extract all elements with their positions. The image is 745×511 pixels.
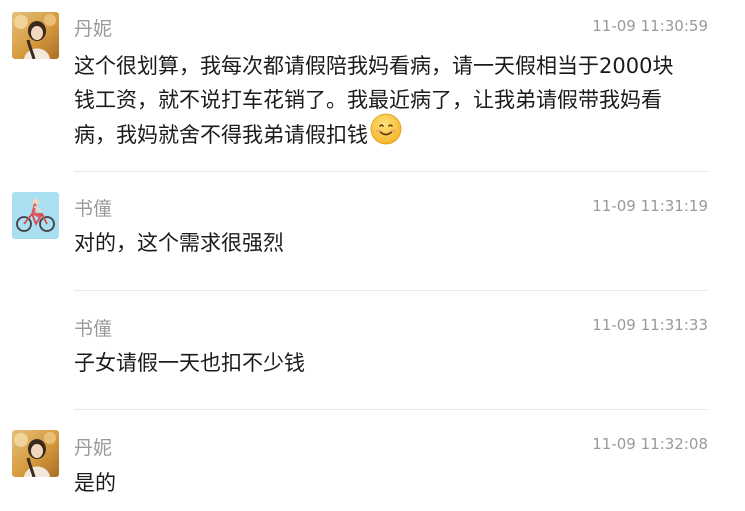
avatar-photo-icon (12, 12, 59, 59)
author-name[interactable]: 丹妮 (74, 436, 112, 460)
comment-item: 丹妮 11-09 11:32:08 是的 (0, 410, 745, 511)
comment-text: 对的，这个需求很强烈 (74, 231, 284, 255)
author-name[interactable]: 书僮 (74, 197, 112, 221)
avatar[interactable] (12, 430, 59, 477)
timestamp: 11-09 11:32:08 (592, 435, 708, 453)
author-name[interactable]: 书僮 (74, 317, 112, 341)
comment-text: 这个很划算，我每次都请假陪我妈看病，请一天假相当于2000块 钱工资，就不说打车… (74, 49, 714, 155)
comment-item: 书僮 11-09 11:31:33 子女请假一天也扣不少钱 (0, 291, 745, 409)
author-name[interactable]: 丹妮 (74, 17, 112, 41)
timestamp: 11-09 11:31:19 (592, 197, 708, 215)
avatar[interactable] (12, 12, 59, 59)
comment-text-line: 钱工资，就不说打车花销了。我最近病了，让我弟请假带我妈看 (74, 88, 662, 112)
comment-text-line-content: 病，我妈就舍不得我弟请假扣钱 (74, 123, 368, 147)
comment-text: 是的 (74, 471, 116, 495)
timestamp: 11-09 11:30:59 (592, 17, 708, 35)
comment-text-line: 病，我妈就舍不得我弟请假扣钱 (74, 113, 714, 155)
comment-item: 书僮 11-09 11:31:19 对的，这个需求很强烈 (0, 172, 745, 290)
avatar-photo-icon (12, 430, 59, 477)
timestamp: 11-09 11:31:33 (592, 316, 708, 334)
cyclist-icon (12, 192, 59, 239)
comment-item: 丹妮 11-09 11:30:59 这个很划算，我每次都请假陪我妈看病，请一天假… (0, 0, 745, 172)
comment-text-line: 这个很划算，我每次都请假陪我妈看病，请一天假相当于2000块 (74, 54, 674, 78)
avatar[interactable] (12, 192, 59, 239)
comment-text: 子女请假一天也扣不少钱 (74, 351, 305, 375)
smiling-face-emoji (370, 113, 402, 155)
